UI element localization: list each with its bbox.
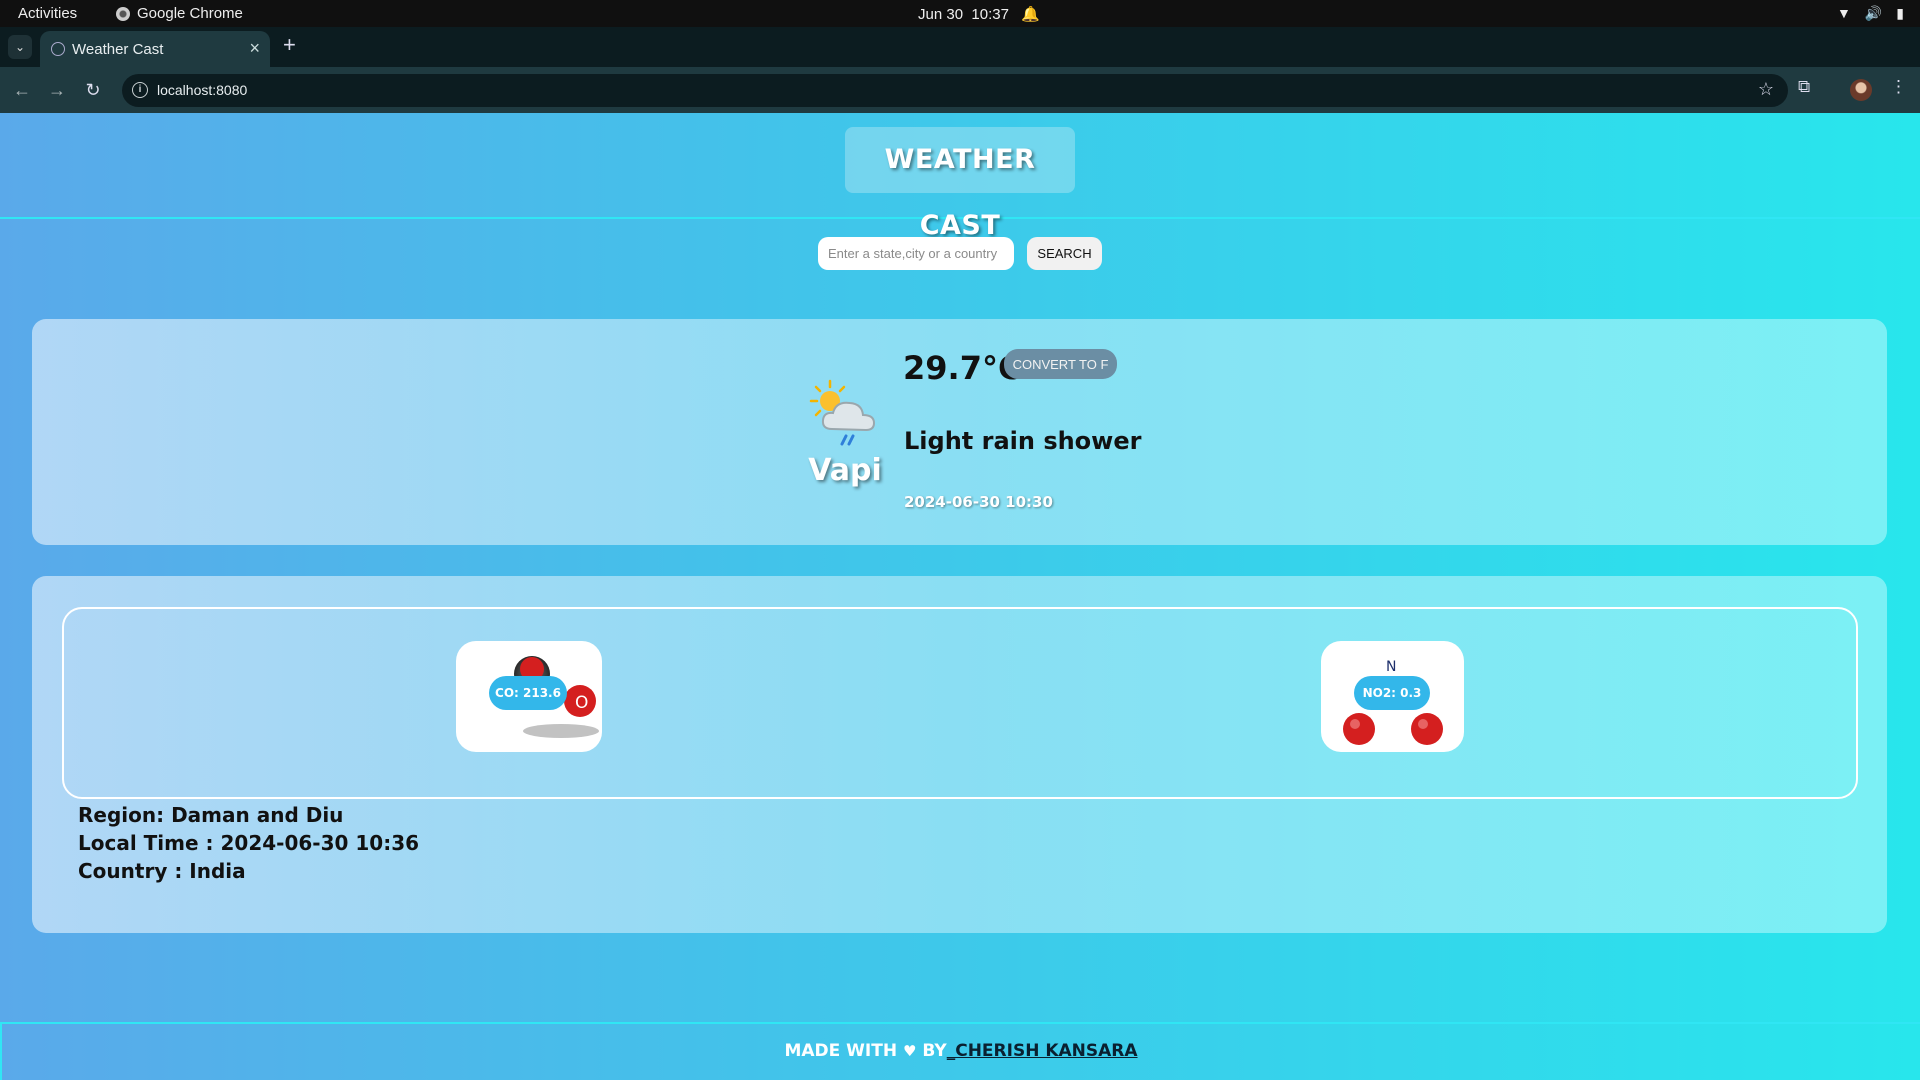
tab-weather-cast[interactable]: Weather Cast ×	[40, 31, 270, 67]
profile-avatar[interactable]	[1850, 79, 1872, 101]
site-info-icon[interactable]: i	[132, 82, 148, 98]
page-viewport: WEATHER CAST SEARCH Vapi 29.7°C CONVERT …	[0, 113, 1920, 1080]
browser-toolbar: ← → ↻ i localhost:8080 ☆ ⧉ ⋮	[0, 67, 1920, 113]
author-link[interactable]: _CHERISH KANSARA	[947, 1041, 1138, 1061]
sun-cloud-rain-icon	[809, 379, 876, 446]
tab-search-button[interactable]: ⌄	[8, 35, 32, 59]
country-text: Country : India	[78, 859, 246, 883]
extensions-icon[interactable]: ⧉	[1798, 77, 1810, 97]
chevron-down-icon: ⌄	[14, 40, 26, 54]
tab-strip: ⌄ Weather Cast × +	[0, 27, 1920, 67]
reload-icon[interactable]: ↻	[81, 78, 105, 102]
local-time-text: Local Time : 2024-06-30 10:36	[78, 831, 420, 855]
air-quality-panel	[62, 607, 1858, 799]
footer-by: BY	[922, 1041, 947, 1061]
co-value: CO: 213.6	[489, 676, 567, 710]
system-top-bar: Activities Google Chrome Jun 30 10:37 🔔 …	[0, 0, 1920, 27]
co-tile: O CO: 213.6	[456, 641, 602, 752]
city-name: Vapi	[808, 453, 882, 488]
convert-to-f-button[interactable]: CONVERT TO F	[1004, 349, 1117, 379]
no2-tile: N NO2: 0.3	[1321, 641, 1464, 752]
battery-icon: ▮	[1896, 5, 1904, 21]
no2-value: NO2: 0.3	[1354, 676, 1430, 710]
clock-date: Jun 30	[918, 5, 964, 23]
footer-prefix: MADE WITH	[784, 1041, 898, 1061]
site-footer: MADE WITH ♥ BY_CHERISH KANSARA	[0, 1022, 1920, 1080]
svg-text:N: N	[1386, 659, 1396, 675]
search-button[interactable]: SEARCH	[1027, 237, 1102, 270]
tab-title: Weather Cast	[72, 41, 164, 58]
activities-button[interactable]: Activities	[18, 5, 77, 22]
svg-text:O: O	[575, 693, 588, 713]
clock-time: 10:37	[971, 5, 1009, 23]
site-header: WEATHER CAST	[0, 113, 1920, 241]
search-input[interactable]	[818, 237, 1014, 270]
globe-icon	[51, 42, 65, 56]
back-icon[interactable]: ←	[10, 78, 34, 102]
url-text[interactable]: localhost:8080	[157, 82, 247, 98]
forward-icon[interactable]: →	[45, 78, 69, 102]
close-tab-icon[interactable]: ×	[249, 38, 260, 59]
volume-icon: 🔊	[1864, 5, 1883, 21]
new-tab-button[interactable]: +	[283, 32, 296, 58]
heart-icon: ♥	[903, 1042, 917, 1060]
notification-bell-icon: 🔔	[1020, 6, 1040, 23]
site-title: WEATHER CAST	[845, 127, 1075, 241]
address-bar[interactable]: i localhost:8080 ☆	[122, 74, 1788, 107]
system-tray[interactable]: ▼ 🔊 ▮	[1837, 5, 1904, 22]
wifi-icon: ▼	[1836, 5, 1851, 21]
weather-condition: Light rain shower	[904, 427, 1142, 455]
app-name: Google Chrome	[137, 5, 243, 22]
app-menu[interactable]: Google Chrome	[116, 5, 243, 22]
chrome-icon	[116, 6, 130, 21]
last-updated: 2024-06-30 10:30	[904, 493, 1053, 511]
more-menu-icon[interactable]: ⋮	[1890, 77, 1907, 97]
clock[interactable]: Jun 30 10:37 🔔	[918, 5, 1040, 24]
bookmark-star-icon[interactable]: ☆	[1758, 79, 1774, 100]
region-text: Region: Daman and Diu	[78, 803, 344, 827]
